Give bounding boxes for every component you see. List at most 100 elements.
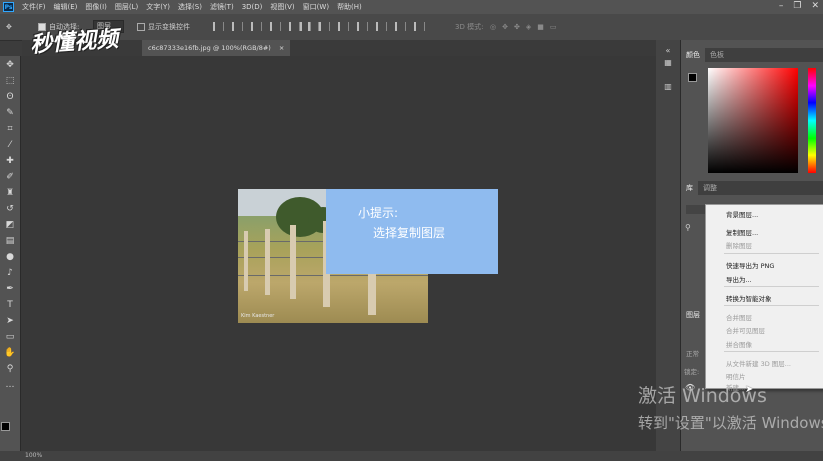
brush-icon[interactable]: ✐ (4, 171, 16, 183)
shape-icon[interactable]: ▭ (4, 331, 16, 343)
dodge-icon[interactable]: ♪ (4, 267, 16, 279)
library-search-icon[interactable]: ⚲ (685, 223, 691, 232)
foreground-color-swatch[interactable] (1, 422, 10, 431)
more-tools-icon[interactable]: … (4, 379, 16, 391)
crop-icon[interactable]: ⌗ (4, 123, 16, 135)
color-picker-field[interactable] (708, 68, 798, 173)
tab-libraries[interactable]: 库 (681, 181, 698, 195)
menu-item-convert-smart-object[interactable]: 转换为智能对象 (726, 293, 772, 303)
photoshop-logo-icon[interactable]: Ps (3, 2, 14, 12)
move-tool-icon[interactable]: ✥ (6, 20, 12, 33)
distribute-3-icon[interactable] (338, 22, 349, 31)
options-bar: ✥ 自动选择: 图层 显示变换控件 3D 模式: ◎✥✤◈■▭ (0, 14, 823, 41)
menu-bar: Ps 文件(F) 编辑(E) 图像(I) 图层(L) 文字(Y) 选择(S) 滤… (0, 0, 823, 14)
healing-icon[interactable]: ✚ (4, 155, 16, 167)
quick-select-icon[interactable]: ✎ (4, 107, 16, 119)
panel-foreground-swatch[interactable] (688, 73, 697, 82)
color-panel-tabs: 颜色 色板 (681, 48, 823, 62)
3d-mode-icons[interactable]: ◎✥✤◈■▭ (490, 20, 562, 33)
clone-stamp-icon[interactable]: ♜ (4, 187, 16, 199)
tools-panel: ✥ ⬚ ʘ ✎ ⌗ ⁄ ✚ ✐ ♜ ↺ ◩ ▤ ● ♪ ✒ T ➤ ▭ ✋ ⚲ … (0, 56, 21, 451)
menu-type[interactable]: 文字(Y) (146, 2, 170, 12)
tab-color[interactable]: 颜色 (681, 48, 705, 62)
document-tab-title: c6c87333e16fb.jpg @ 100%(RGB/8#) (148, 44, 271, 52)
activation-title: 激活 Windows (638, 385, 767, 407)
lock-label: 锁定: (684, 368, 700, 376)
menu-item-merge-layers: 合并图层 (726, 314, 752, 322)
history-panel-icon[interactable]: ▦ (663, 58, 673, 68)
move-icon[interactable]: ✥ (4, 59, 16, 71)
menu-layer[interactable]: 图层(L) (115, 2, 138, 12)
fence-post (265, 229, 270, 295)
distribute-5-icon[interactable] (376, 22, 387, 31)
hand-icon[interactable]: ✋ (4, 347, 16, 359)
minimize-icon[interactable]: – (779, 1, 784, 11)
blur-icon[interactable]: ● (4, 251, 16, 263)
menu-item-flatten-image: 拼合图像 (726, 341, 752, 349)
menu-item-quick-export-png[interactable]: 快速导出为 PNG (726, 260, 774, 270)
menu-edit[interactable]: 编辑(E) (54, 2, 78, 12)
collapse-arrows-icon[interactable]: « (663, 46, 673, 56)
library-panel-tabs: 库 调整 (681, 181, 823, 195)
menu-item-export-as[interactable]: 导出为... (726, 274, 752, 284)
show-transform-label: 显示变换控件 (148, 22, 190, 31)
properties-panel-icon[interactable]: ▥ (663, 82, 673, 92)
menu-item-background-layer[interactable]: 背景图层... (726, 209, 758, 219)
history-brush-icon[interactable]: ↺ (4, 203, 16, 215)
align-vcenter-icon[interactable] (232, 22, 243, 31)
auto-align-icon[interactable] (414, 22, 425, 31)
menu-item-merge-visible: 合并可见图层 (726, 327, 765, 335)
menu-help[interactable]: 帮助(H) (337, 2, 362, 12)
align-left-icon[interactable] (270, 22, 281, 31)
library-dropdown[interactable] (686, 205, 706, 214)
distribute-6-icon[interactable] (395, 22, 406, 31)
window-controls: – ❐ ✕ (779, 1, 819, 11)
menu-item-duplicate-layer[interactable]: 复制图层... (726, 227, 758, 237)
fence-post (290, 225, 296, 299)
show-transform-check-icon (137, 22, 145, 31)
mode3d-label: 3D 模式: (455, 22, 484, 31)
fence-post (244, 231, 248, 291)
menu-3d[interactable]: 3D(D) (242, 3, 263, 11)
distribute-4-icon[interactable] (357, 22, 368, 31)
menu-select[interactable]: 选择(S) (178, 2, 202, 12)
marquee-icon[interactable]: ⬚ (4, 75, 16, 87)
align-top-icon[interactable] (213, 22, 224, 31)
close-document-icon[interactable]: × (279, 44, 284, 52)
distribute-buttons-group (300, 20, 433, 33)
zoom-icon[interactable]: ⚲ (4, 363, 16, 375)
distribute-2-icon[interactable] (319, 22, 330, 31)
tab-swatches[interactable]: 色板 (705, 48, 729, 62)
blend-mode-select[interactable]: 正常 (686, 348, 699, 358)
status-bar: 100% (0, 451, 823, 461)
menu-separator (724, 253, 819, 254)
pen-icon[interactable]: ✒ (4, 283, 16, 295)
tab-layers[interactable]: 图层 (681, 308, 705, 322)
tab-adjustments[interactable]: 调整 (698, 181, 722, 195)
zoom-level[interactable]: 100% (25, 452, 42, 459)
type-icon[interactable]: T (4, 299, 16, 311)
hint-text: 选择复制图层 (373, 226, 446, 240)
photo-credit: Kim Kaestner (241, 313, 275, 319)
layer-context-menu: 背景图层... 复制图层... 删除图层 快速导出为 PNG 导出为... 转换… (705, 204, 823, 392)
path-select-icon[interactable]: ➤ (4, 315, 16, 327)
eraser-icon[interactable]: ◩ (4, 219, 16, 231)
eyedropper-icon[interactable]: ⁄ (4, 139, 16, 151)
menu-filter[interactable]: 滤镜(T) (210, 2, 234, 12)
menu-image[interactable]: 图像(I) (85, 2, 107, 12)
close-icon[interactable]: ✕ (811, 1, 819, 11)
hue-slider[interactable] (808, 68, 816, 173)
menu-file[interactable]: 文件(F) (22, 2, 46, 12)
restore-icon[interactable]: ❐ (793, 1, 801, 11)
menu-window[interactable]: 窗口(W) (303, 2, 329, 12)
align-bottom-icon[interactable] (251, 22, 262, 31)
align-hcenter-icon[interactable] (289, 22, 300, 31)
show-transform-checkbox[interactable]: 显示变换控件 (137, 20, 190, 33)
gradient-icon[interactable]: ▤ (4, 235, 16, 247)
distribute-1-icon[interactable] (300, 22, 311, 31)
menu-separator (724, 351, 819, 352)
menu-separator (724, 286, 819, 287)
lasso-icon[interactable]: ʘ (4, 91, 16, 103)
document-tab[interactable]: c6c87333e16fb.jpg @ 100%(RGB/8#) × (142, 40, 291, 56)
menu-view[interactable]: 视图(V) (270, 2, 294, 12)
